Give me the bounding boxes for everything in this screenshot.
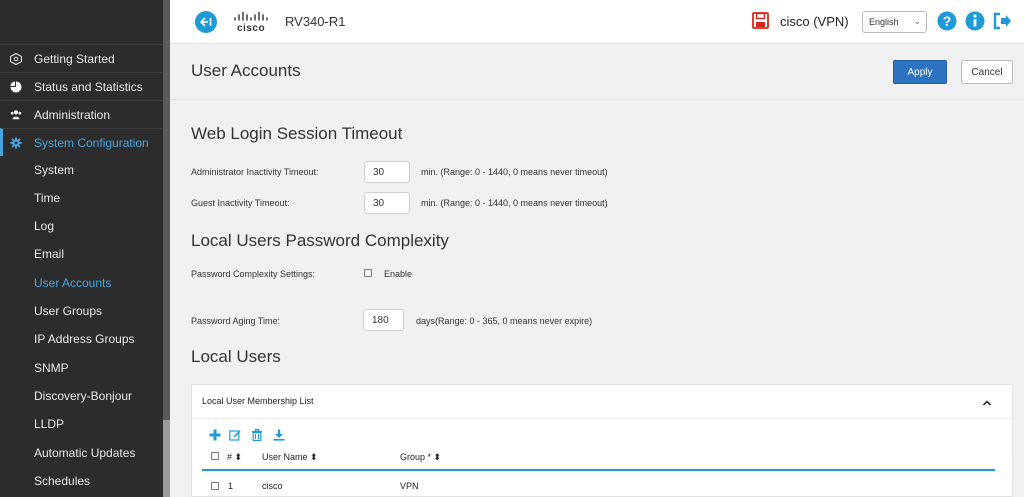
row-checkbox[interactable] — [211, 482, 219, 490]
sidebar-item-label: Automatic Updates — [34, 446, 136, 460]
download-icon[interactable] — [273, 429, 285, 441]
column-header-number[interactable]: # ⬍ — [227, 452, 242, 463]
complexity-settings-label: Password Complexity Settings: — [191, 269, 316, 279]
sidebar-item-label: Discovery-Bonjour — [34, 389, 133, 403]
user-label: cisco (VPN) — [780, 14, 849, 29]
add-icon[interactable] — [209, 429, 221, 441]
sidebar-item-label: System Configuration — [34, 135, 149, 150]
sidebar-item-label: User Groups — [34, 304, 103, 318]
help-icon[interactable]: ? — [937, 11, 957, 31]
table-header-divider — [202, 469, 995, 471]
apply-button[interactable]: Apply — [893, 60, 947, 84]
device-name: RV340-R1 — [285, 14, 346, 29]
language-select[interactable]: English ⌄ — [862, 11, 927, 33]
svg-text:cisco: cisco — [237, 23, 265, 33]
section-title-session-timeout: Web Login Session Timeout — [191, 124, 403, 143]
sidebar-item-label: Getting Started — [34, 51, 115, 66]
sidebar-item-discovery-bonjour[interactable]: Discovery-Bonjour — [0, 382, 163, 410]
language-value: English — [869, 17, 899, 27]
sidebar-item-user-groups[interactable]: User Groups — [0, 297, 163, 325]
password-aging-label: Password Aging Time: — [191, 316, 281, 326]
complexity-enable-label: Enable — [384, 269, 413, 279]
sidebar-item-system[interactable]: System — [0, 156, 163, 184]
sidebar-item-ip-address-groups[interactable]: IP Address Groups — [0, 325, 163, 353]
admin-timeout-hint: min. (Range: 0 - 1440, 0 means never tim… — [421, 167, 608, 177]
svg-text:?: ? — [943, 13, 952, 29]
sidebar-item-schedules[interactable]: Schedules — [0, 467, 163, 495]
title-bar: User Accounts Apply Cancel — [170, 44, 1024, 100]
users-icon — [10, 109, 22, 121]
local-user-membership-panel: Local User Membership List # ⬍ User Name… — [191, 384, 1013, 497]
sidebar-item-label: Time — [34, 191, 61, 205]
edit-icon[interactable] — [229, 429, 241, 441]
password-aging-hint: days(Range: 0 - 365, 0 means never expir… — [416, 316, 593, 326]
sidebar-item-label: LLDP — [34, 417, 65, 431]
sidebar-item-label: IP Address Groups — [34, 332, 135, 346]
sidebar: Getting Started Status and Statistics Ad… — [0, 0, 170, 497]
select-all-checkbox[interactable] — [211, 452, 219, 460]
admin-timeout-input[interactable]: 30 — [364, 161, 410, 183]
chevron-up-icon[interactable] — [982, 395, 992, 413]
sidebar-item-system-configuration[interactable]: System Configuration — [0, 128, 163, 156]
sidebar-item-lldp[interactable]: LLDP — [0, 410, 163, 438]
sidebar-item-automatic-updates[interactable]: Automatic Updates — [0, 439, 163, 467]
complexity-enable-checkbox[interactable] — [364, 269, 372, 277]
cancel-button[interactable]: Cancel — [961, 60, 1013, 84]
section-title-password-complexity: Local Users Password Complexity — [191, 231, 449, 250]
sidebar-item-administration[interactable]: Administration — [0, 100, 163, 128]
page-title: User Accounts — [191, 61, 301, 80]
password-aging-input[interactable]: 180 — [363, 309, 404, 331]
gear-icon — [10, 137, 22, 149]
getting-started-icon — [10, 52, 22, 65]
sidebar-item-label: Log — [34, 219, 55, 233]
chevron-down-icon: ⌄ — [913, 16, 921, 26]
sidebar-item-label: SNMP — [34, 361, 69, 375]
sidebar-item-user-accounts[interactable]: User Accounts — [0, 269, 163, 297]
delete-icon[interactable] — [251, 429, 263, 441]
save-icon[interactable] — [752, 12, 769, 34]
sidebar-item-label: Status and Statistics — [34, 79, 143, 94]
panel-header[interactable]: Local User Membership List — [192, 385, 1012, 419]
sidebar-item-label: Schedules — [34, 474, 91, 488]
section-title-local-users: Local Users — [191, 347, 281, 366]
table-cell-group: VPN — [400, 481, 419, 491]
sidebar-item-snmp[interactable]: SNMP — [0, 354, 163, 382]
table-cell-user-name: cisco — [262, 481, 283, 491]
logout-icon[interactable] — [992, 11, 1012, 31]
sidebar-item-time[interactable]: Time — [0, 184, 163, 212]
sidebar-item-log[interactable]: Log — [0, 212, 163, 240]
sidebar-item-status[interactable]: Status and Statistics — [0, 72, 163, 100]
sidebar-item-email[interactable]: Email — [0, 240, 163, 268]
table-cell-number: 1 — [228, 481, 234, 491]
sidebar-scrollbar-thumb[interactable] — [163, 420, 170, 497]
header: cisco RV340-R1 cisco (VPN) English ⌄ ? — [170, 0, 1024, 44]
sidebar-item-label: Email — [34, 247, 65, 261]
sidebar-item-label: Administration — [34, 107, 111, 122]
info-icon[interactable] — [965, 11, 985, 31]
column-header-user-name[interactable]: User Name ⬍ — [262, 452, 318, 463]
column-header-group[interactable]: Group * ⬍ — [400, 452, 441, 463]
sidebar-item-label: System — [34, 163, 75, 177]
sidebar-item-label: User Accounts — [34, 276, 112, 290]
admin-timeout-label: Administrator Inactivity Timeout: — [191, 167, 319, 177]
guest-timeout-label: Guest Inactivity Timeout: — [191, 198, 290, 208]
guest-timeout-input[interactable]: 30 — [364, 192, 410, 214]
guest-timeout-hint: min. (Range: 0 - 1440, 0 means never tim… — [421, 198, 608, 208]
panel-title: Local User Membership List — [202, 396, 314, 406]
sidebar-top — [0, 0, 170, 44]
collapse-icon[interactable] — [195, 11, 217, 33]
pie-chart-icon — [10, 81, 22, 93]
sidebar-item-getting-started[interactable]: Getting Started — [0, 44, 163, 72]
cisco-logo: cisco — [233, 11, 273, 38]
